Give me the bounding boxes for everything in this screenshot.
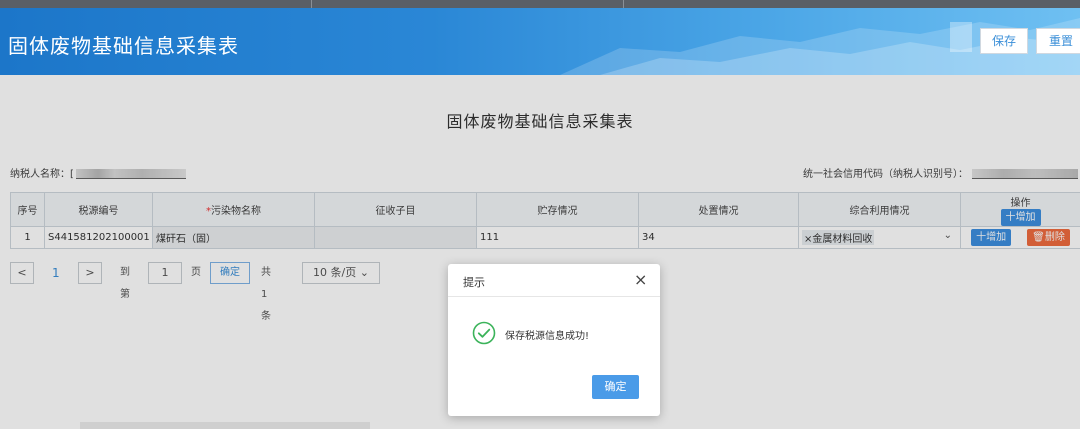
dialog-header: 提示 ×: [448, 264, 660, 297]
reset-button[interactable]: 重置: [1036, 28, 1080, 54]
save-button[interactable]: 保存: [980, 28, 1028, 54]
strip-segment: [312, 0, 624, 8]
header-banner: 固体废物基础信息采集表 保存 重置: [0, 8, 1080, 75]
dialog-message: 保存税源信息成功!: [505, 331, 590, 342]
strip-segment: [0, 0, 312, 8]
success-dialog: 提示 × 保存税源信息成功! 确定: [448, 264, 660, 416]
check-circle-icon: [472, 321, 496, 345]
dialog-title: 提示: [463, 276, 485, 289]
dialog-ok-button[interactable]: 确定: [592, 375, 639, 399]
top-window-strip: [0, 0, 1080, 8]
page-title: 固体废物基础信息采集表: [8, 34, 239, 58]
close-icon[interactable]: ×: [634, 272, 647, 288]
